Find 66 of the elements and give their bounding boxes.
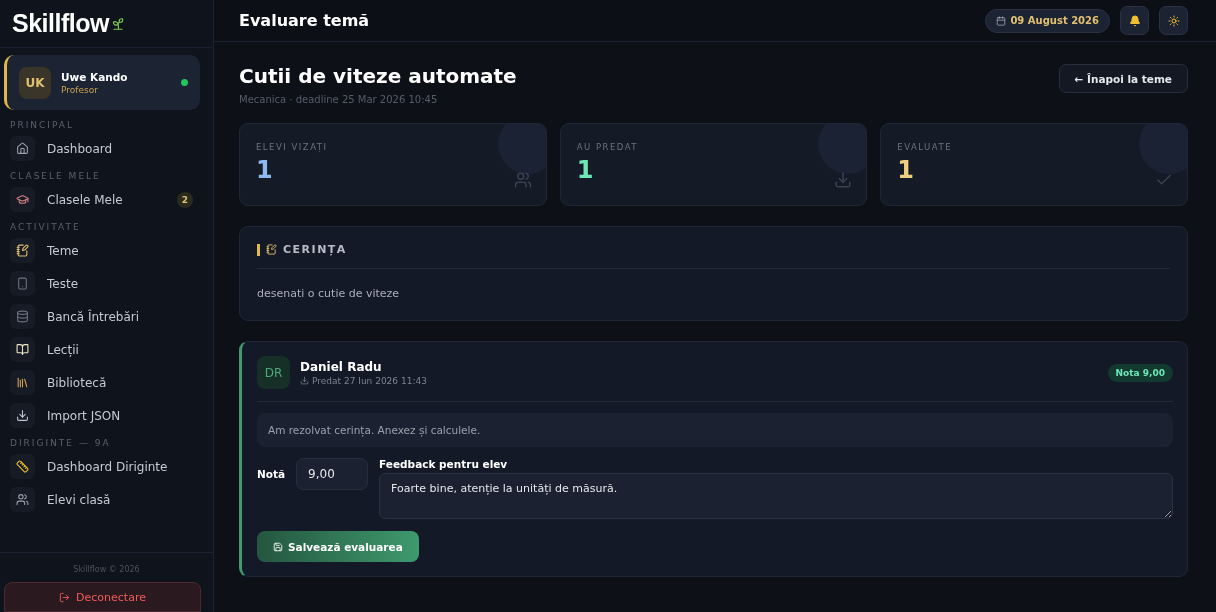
nav-item[interactable]: Bibliotecă <box>10 366 203 399</box>
user-avatar: UK <box>19 66 51 99</box>
theme-toggle-button[interactable] <box>1159 6 1188 35</box>
nav-item[interactable]: Import JSON <box>10 399 203 432</box>
grade-input[interactable]: 9,00 <box>296 458 369 490</box>
student-name: Daniel Radu <box>300 359 383 374</box>
submitted-date: Predat 27 Iun 2026 11:43 <box>312 375 427 386</box>
feedback-textarea[interactable]: Foarte bine, atenție la unități de măsură. <box>379 473 1173 519</box>
user-name: Uwe Kando <box>61 70 128 83</box>
users-icon <box>513 171 532 189</box>
grade-badge: Nota 9,00 <box>1107 363 1173 382</box>
back-button[interactable]: ← Înapoi la teme <box>1058 64 1188 93</box>
page-title: Cutii de viteze automate <box>239 64 517 88</box>
library-icon <box>16 376 29 389</box>
grade-label: Notă <box>257 468 286 480</box>
home-icon <box>16 142 29 155</box>
header-title: Evaluare temă <box>239 11 371 30</box>
nav-item[interactable]: Teme <box>10 234 203 267</box>
nav-item[interactable]: Lecții <box>10 333 203 366</box>
nav-section-title: PRINCIPAL <box>10 120 76 130</box>
nav-item[interactable]: Dashboard <box>10 132 203 165</box>
graduation-icon <box>16 193 29 206</box>
stat-value: 1 <box>576 156 594 184</box>
nav-section-title: DIRIGINTE — 9A <box>10 438 112 448</box>
download-icon <box>300 376 309 385</box>
user-role: Profesor <box>61 84 99 95</box>
stat-value: 1 <box>256 156 273 184</box>
calendar-icon <box>996 15 1007 26</box>
sun-icon <box>1167 14 1180 27</box>
nav-item[interactable]: Dashboard Diriginte <box>10 450 203 483</box>
count-badge: 2 <box>177 191 193 208</box>
nav-item[interactable]: Elevi clasă <box>10 483 203 516</box>
nav-item[interactable]: Bancă Întrebări <box>10 300 203 333</box>
book-icon <box>16 343 29 356</box>
phone-icon <box>16 277 29 290</box>
feedback-label: Feedback pentru elev <box>379 458 509 470</box>
copyright-text: Skillflow © 2026 <box>73 565 140 574</box>
notebook-icon <box>16 244 29 257</box>
notification-button[interactable] <box>1120 6 1149 35</box>
nav-item[interactable]: Clasele Mele 2 <box>10 183 203 216</box>
database-icon <box>16 310 29 323</box>
student-avatar: DR <box>257 356 290 389</box>
nav-item[interactable]: Teste <box>10 267 203 300</box>
sprout-icon <box>110 16 125 31</box>
date-pill: 09 August 2026 <box>985 8 1110 33</box>
stat-label: AU PREDAT <box>576 142 640 152</box>
save-icon <box>273 541 283 552</box>
save-button[interactable]: Salvează evaluarea <box>257 531 419 562</box>
nav-section-title: ACTIVITATE <box>10 222 82 232</box>
stat-label: EVALUATE <box>897 142 954 152</box>
logout-button[interactable]: Deconectare <box>4 582 201 612</box>
stat-label: ELEVI VIZAȚI <box>256 142 329 152</box>
bell-icon <box>1128 14 1141 27</box>
page-subtitle: Mecanica · deadline 25 Mar 2026 10:45 <box>239 94 439 105</box>
notebook-icon <box>266 244 277 255</box>
nav-section-title: CLASELE MELE <box>10 171 102 181</box>
requirement-text: desenati o cutie de viteze <box>257 287 401 300</box>
download-icon <box>834 171 853 189</box>
logout-icon <box>59 591 71 603</box>
section-title: CERINȚA <box>283 243 347 256</box>
download-icon <box>16 409 29 422</box>
users-icon <box>16 493 29 506</box>
stat-value: 1 <box>897 156 915 184</box>
ruler-icon <box>16 460 29 473</box>
app-logo: Skillflow <box>12 9 109 38</box>
student-answer: Am rezolvat cerința. Anexez și calculele. <box>257 413 1173 447</box>
